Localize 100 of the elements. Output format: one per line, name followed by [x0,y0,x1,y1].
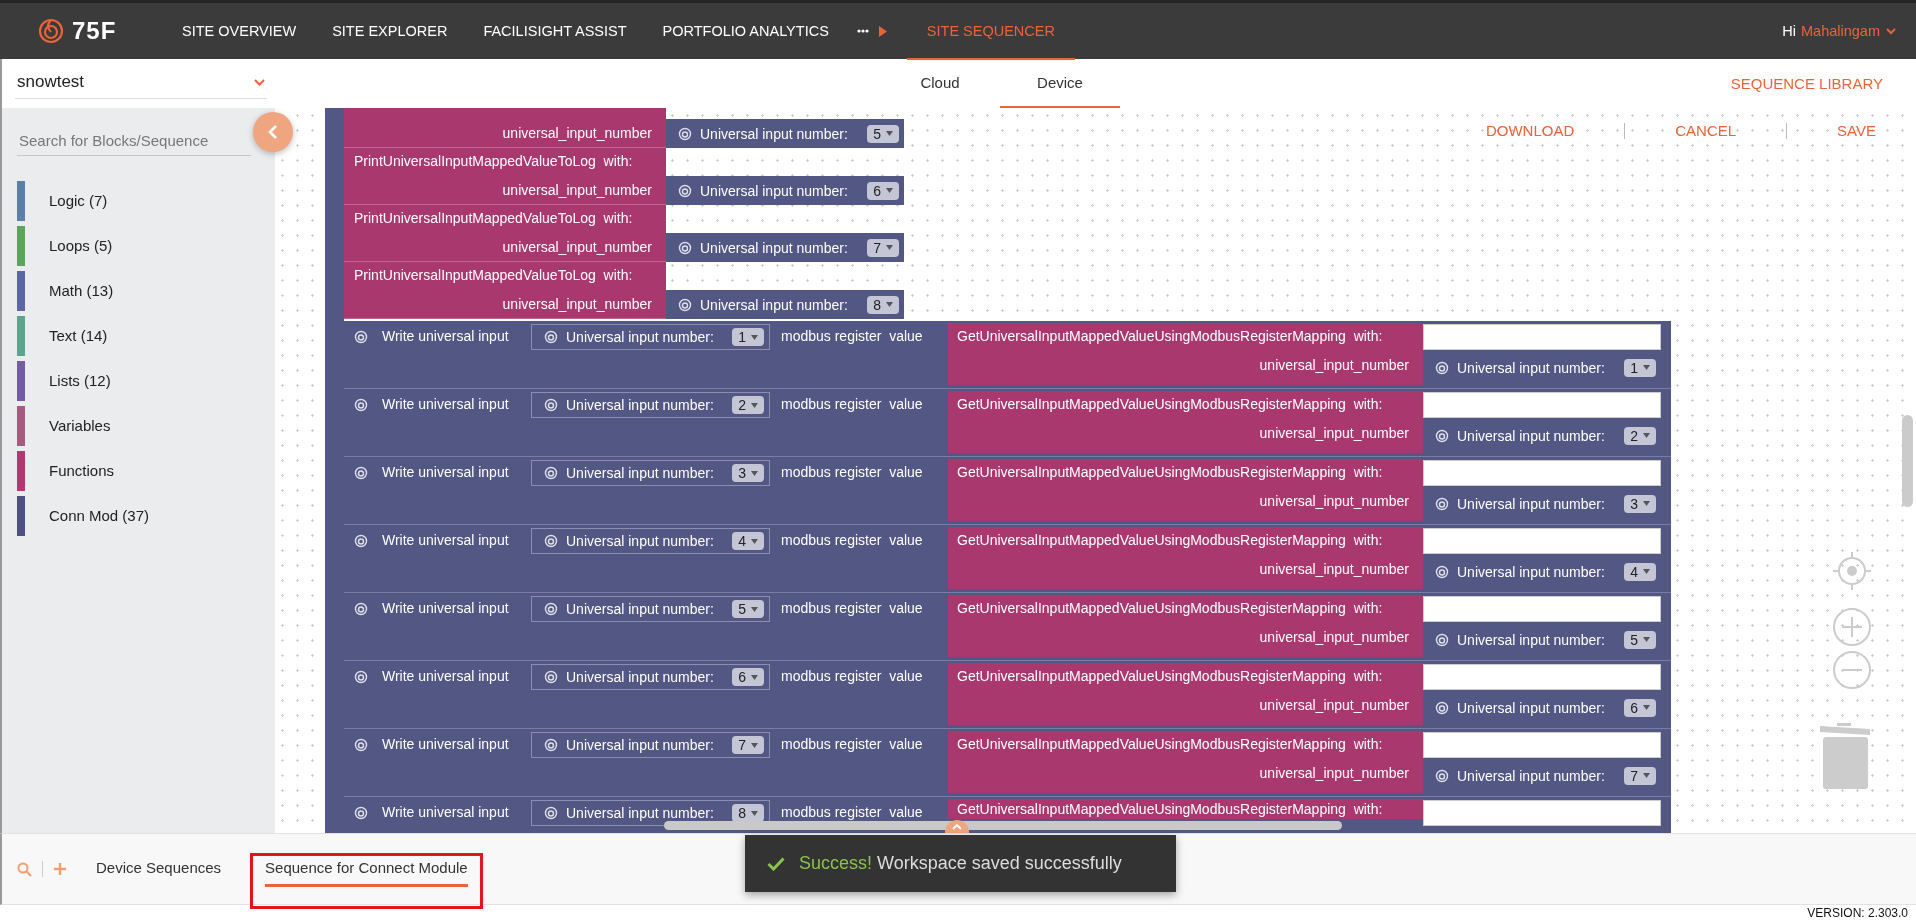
block-label: Universal input number: [566,533,714,549]
number-dropdown[interactable]: 5 [1624,630,1656,649]
value-block[interactable]: Universal input number: 7 [666,233,904,262]
number-dropdown[interactable]: 4 [1624,562,1656,581]
category-item[interactable]: Logic (7) [49,192,108,209]
nav-tab[interactable]: SITE EXPLORER [332,4,448,60]
view-tab[interactable]: Cloud [880,59,1000,108]
block-label: modbus register value [781,532,923,548]
number-dropdown[interactable]: 6 [867,181,899,200]
param-label: universal_input_number [1259,493,1409,509]
logo-text: 75F [72,17,117,45]
category-item[interactable]: Functions [49,462,115,479]
block-label: GetUniversalInputMappedValueUsingModbusRegisterMapping with: [957,532,1383,548]
number-dropdown[interactable]: 8 [867,295,899,314]
block-label: Universal input number: [700,182,848,199]
swirl-icon [354,806,368,820]
value-block[interactable]: Universal input number: 5 [531,596,770,622]
category-item[interactable]: Text (14) [49,327,108,344]
swirl-icon [1435,360,1449,375]
site-dropdown[interactable]: snowtest [15,68,267,99]
param-label: universal_input_number [502,125,652,141]
number-dropdown[interactable]: 6 [1624,698,1656,717]
category-item[interactable]: Math (13) [49,282,114,299]
write-block[interactable]: Write universal input Universal input number: 5 modbus register value GetUniversalInputMappedValueUsingModbusRegisterMapping with: universal_input_number Universal input number: 5 [344,593,1671,661]
param-label: universal_input_number [502,296,652,312]
swirl-icon [354,534,368,548]
caret-icon [254,78,265,86]
block-label: GetUniversalInputMappedValueUsingModbusRegisterMapping with: [957,328,1383,344]
write-block[interactable]: Write universal input Universal input number: 4 modbus register value GetUniversalInputMappedValueUsingModbusRegisterMapping with: universal_input_number Universal input number: 4 [344,525,1671,593]
swirl-icon [544,602,558,616]
function-block[interactable]: PrintUniversalInputMappedValueToLog with: universal_input_number [344,148,666,205]
sequence-tab[interactable]: Sequence for Connect Module [265,853,468,887]
write-block[interactable]: Write universal input Universal input number: 1 modbus register value GetUniversalInputMappedValueUsingModbusRegisterMapping with: universal_input_number Universal input number: 1 [344,321,1671,389]
scrollbar-thumb[interactable] [664,821,1342,830]
function-block[interactable]: GetUniversalInputMappedValueUsingModbusRegisterMapping with: [948,799,1423,819]
block-label: GetUniversalInputMappedValueUsingModbusRegisterMapping with: [957,668,1383,684]
recenter-icon[interactable] [1832,551,1872,591]
value-block[interactable]: Universal input number: 4 [531,528,770,554]
function-block[interactable]: GetUniversalInputMappedValueUsingModbusRegisterMapping with: universal_input_number [948,527,1423,589]
more-icon[interactable] [856,29,869,33]
number-dropdown[interactable]: 2 [732,396,764,414]
nav-tab[interactable]: PORTFOLIO ANALYTICS [662,4,829,60]
category-item[interactable]: Lists (12) [49,372,111,389]
zoom-out-icon[interactable] [1832,650,1872,690]
trash-icon[interactable] [1818,720,1872,790]
value-block[interactable]: Universal input number: 6 [666,176,904,205]
zoom-in-icon[interactable] [1832,607,1872,647]
value-block[interactable]: Universal input number: 7 [531,732,770,758]
number-dropdown[interactable]: 5 [867,124,899,143]
category-item[interactable]: Loops (5) [49,237,113,254]
function-block[interactable]: GetUniversalInputMappedValueUsingModbusRegisterMapping with: universal_input_number [948,391,1423,453]
value-block[interactable]: Universal input number: 1 [531,324,770,350]
value-block[interactable]: Universal input number: 3 [531,460,770,486]
number-dropdown[interactable]: 6 [732,668,764,686]
value-block[interactable]: Universal input number: 2 [531,392,770,418]
number-dropdown[interactable]: 7 [732,736,764,754]
caret-icon [751,470,758,476]
write-block[interactable]: Write universal input Universal input number: 7 modbus register value GetUniversalInputMappedValueUsingModbusRegisterMapping with: universal_input_number Universal input number: 7 [344,729,1671,797]
function-block[interactable]: GetUniversalInputMappedValueUsingModbusRegisterMapping with: universal_input_number [948,731,1423,793]
function-block[interactable]: GetUniversalInputMappedValueUsingModbusRegisterMapping with: universal_input_number [948,663,1423,725]
number-dropdown[interactable]: 5 [732,600,764,618]
scrollbar-thumb[interactable] [1902,415,1913,507]
number-dropdown[interactable]: 1 [1624,358,1656,377]
number-dropdown[interactable]: 1 [732,328,764,346]
number-dropdown[interactable]: 8 [732,804,764,822]
block-label: GetUniversalInputMappedValueUsingModbusRegisterMapping with: [957,464,1383,480]
caret-icon [1643,773,1650,778]
number-dropdown[interactable]: 2 [1624,426,1656,445]
param-label: universal_input_number [502,239,652,255]
block-label: Universal input number: [700,125,848,142]
function-block[interactable]: PrintUniversalInputMappedValueToLog with: universal_input_number [344,262,666,319]
function-block[interactable]: PrintUniversalInputMappedValueToLog with: universal_input_number [344,205,666,262]
number-dropdown[interactable]: 7 [1624,766,1656,785]
nav-tab[interactable]: FACILISIGHT ASSIST [483,4,627,60]
nav-tab[interactable]: SITE OVERVIEW [182,4,297,60]
value-block[interactable]: Universal input number: 6 [531,664,770,690]
function-block[interactable]: GetUniversalInputMappedValueUsingModbusRegisterMapping with: universal_input_number [948,595,1423,657]
triangle-right-icon[interactable] [878,25,887,37]
block-label: Universal input number: [700,239,848,256]
function-block[interactable]: universal_input_number [344,108,666,148]
function-block[interactable]: GetUniversalInputMappedValueUsingModbusRegisterMapping with: universal_input_number [948,459,1423,521]
write-block[interactable]: Write universal input Universal input number: 2 modbus register value GetUniversalInputMappedValueUsingModbusRegisterMapping with: universal_input_number Universal input number: 2 [344,389,1671,457]
category-item[interactable]: Conn Mod (37) [49,507,150,524]
number-dropdown[interactable]: 3 [732,464,764,482]
category-item[interactable]: Variables [49,417,111,434]
swirl-icon [354,738,368,752]
search-field[interactable]: Search for Blocks/Sequence [17,126,251,156]
search-icon[interactable] [17,861,32,877]
sequence-tab[interactable]: Device Sequences [96,853,222,887]
number-dropdown[interactable]: 4 [732,532,764,550]
value-block[interactable]: Universal input number: 5 [666,119,904,148]
function-block[interactable]: GetUniversalInputMappedValueUsingModbusRegisterMapping with: universal_input_number [948,323,1423,385]
add-icon[interactable] [53,862,67,876]
write-block[interactable]: Write universal input Universal input number: 3 modbus register value GetUniversalInputMappedValueUsingModbusRegisterMapping with: universal_input_number Universal input number: 3 [344,457,1671,525]
block-label: Write universal input [382,600,509,616]
number-dropdown[interactable]: 7 [867,238,899,257]
value-block[interactable]: Universal input number: 8 [666,290,904,319]
caret-icon [751,402,758,408]
write-block[interactable]: Write universal input Universal input number: 6 modbus register value GetUniversalInputMappedValueUsingModbusRegisterMapping with: universal_input_number Universal input number: 6 [344,661,1671,729]
number-dropdown[interactable]: 3 [1624,494,1656,513]
